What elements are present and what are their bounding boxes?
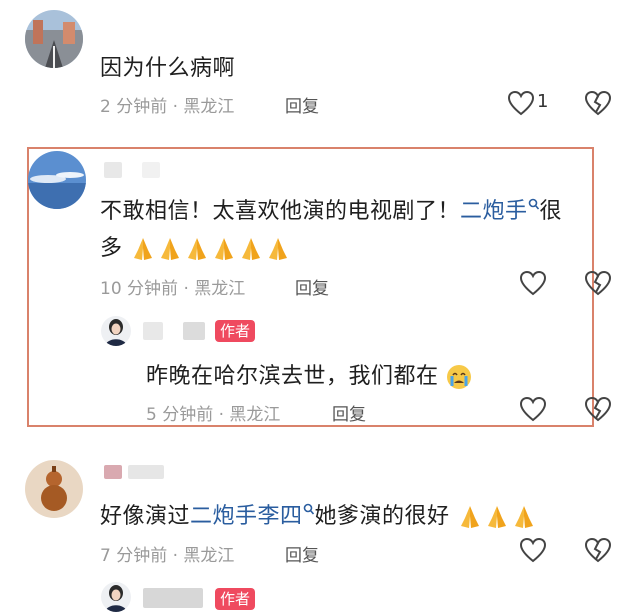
pray-emoji [130,236,292,261]
username-redacted[interactable] [128,465,164,479]
comment-text: 昨晚在哈尔滨去世，我们都在 [146,358,473,390]
heart-icon[interactable] [519,270,547,296]
username-redacted[interactable] [183,322,205,340]
comment-text: 好像演过二炮手李四 她爹演的很好 [100,498,538,530]
comment-meta: 5 分钟前 · 黑龙江 [146,405,281,425]
author-badge: 作者 [215,588,256,610]
comment-text-part: 很 [539,199,563,224]
search-link[interactable]: 二炮手李四 [190,504,303,529]
reply-button[interactable]: 回复 [285,92,319,117]
comment-text-part: 多 [100,236,123,261]
avatar[interactable] [25,460,83,518]
reply-button[interactable]: 回复 [332,400,366,425]
search-tag-icon[interactable] [303,498,315,523]
like-count: 1 [537,91,549,112]
cry-emoji [446,364,473,389]
heart-icon[interactable] [519,396,547,422]
comment-text-part: 她爹演的很好 [314,504,450,529]
comment-text-part: 不敢相信！太喜欢他演的电视剧了！ [100,199,461,224]
comment-text-part: 昨晚在哈尔滨去世，我们都在 [146,364,439,389]
username-redacted[interactable] [104,162,122,178]
username-redacted[interactable] [143,588,203,608]
broken-heart-icon[interactable] [584,90,612,116]
pray-emoji [457,504,538,529]
avatar[interactable] [25,10,83,68]
broken-heart-icon[interactable] [584,537,612,563]
username-redacted[interactable] [104,465,122,479]
comment-text: 不敢相信！太喜欢他演的电视剧了！二炮手很 [100,193,562,225]
avatar[interactable] [101,582,131,612]
avatar[interactable] [28,151,86,209]
reply-button[interactable]: 回复 [285,541,319,566]
comment-text-line2: 多 [100,230,292,262]
comment-meta: 10 分钟前 · 黑龙江 [100,279,246,299]
comment-meta: 2 分钟前 · 黑龙江 [100,97,235,117]
comment-meta: 7 分钟前 · 黑龙江 [100,546,235,566]
username-redacted[interactable] [142,162,160,178]
comment-text-part: 好像演过 [100,504,191,529]
username-redacted[interactable] [143,322,163,340]
broken-heart-icon[interactable] [584,396,612,422]
avatar[interactable] [101,316,131,346]
comment-text: 因为什么病啊 [100,56,236,81]
heart-icon[interactable] [519,537,547,563]
search-link[interactable]: 二炮手 [460,199,528,224]
broken-heart-icon[interactable] [584,270,612,296]
heart-icon[interactable] [507,90,535,116]
search-tag-icon[interactable] [528,193,540,218]
author-badge: 作者 [215,320,256,342]
reply-button[interactable]: 回复 [295,274,329,299]
